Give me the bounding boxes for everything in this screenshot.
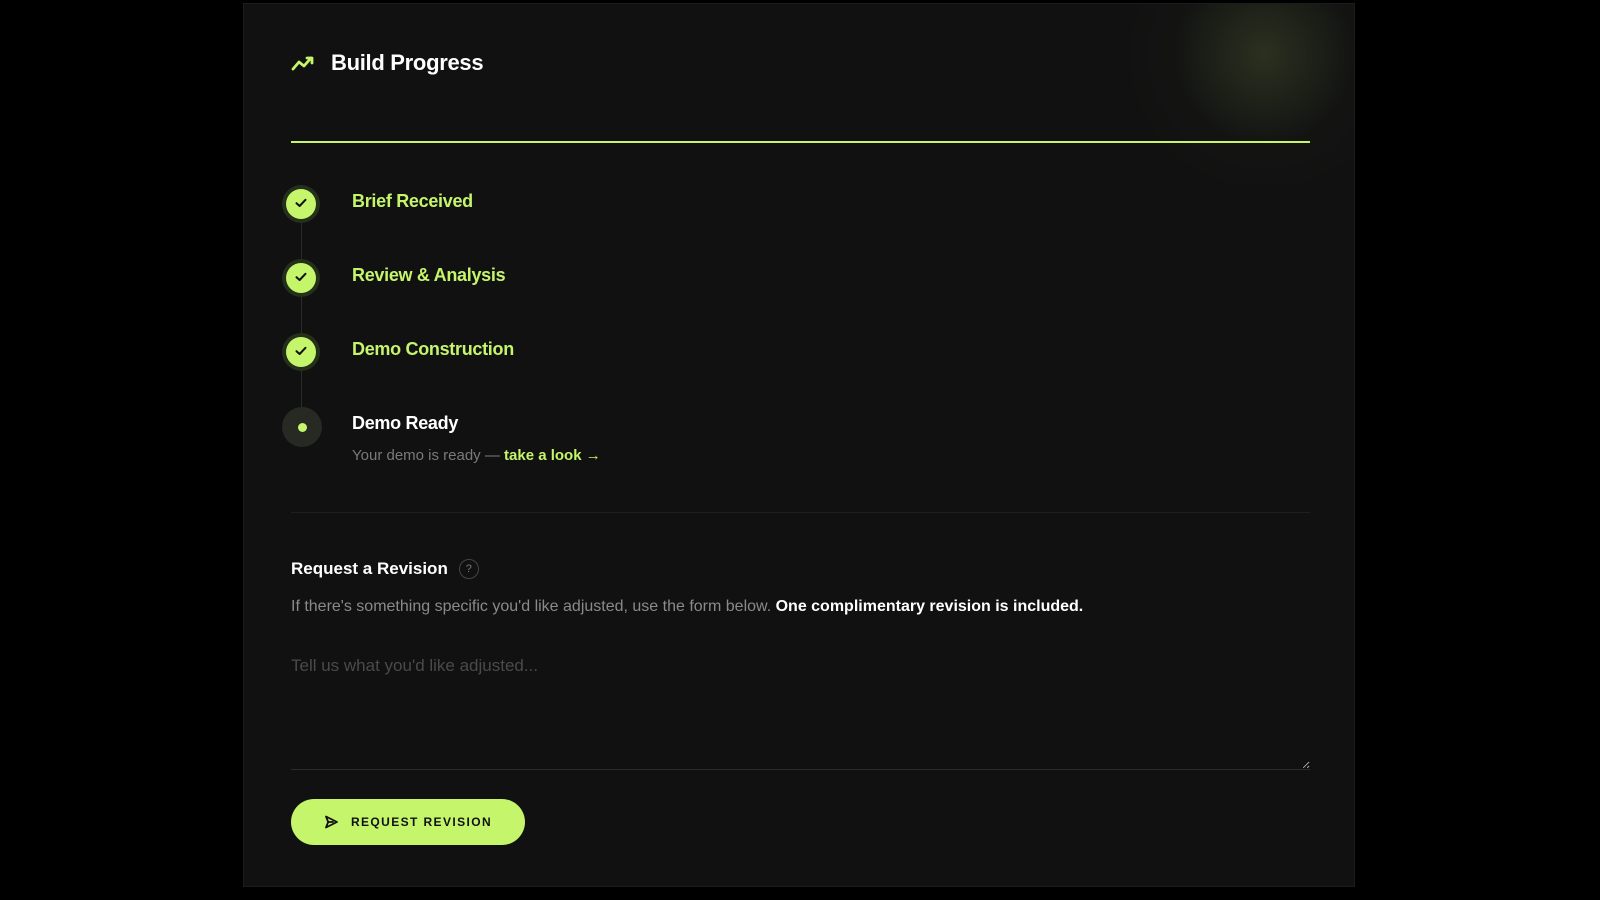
- step-current-marker: [282, 407, 322, 447]
- timeline-connector: [301, 205, 302, 429]
- step-complete-marker: [286, 337, 316, 367]
- revision-title: Request a Revision: [291, 559, 448, 578]
- revision-header: Request a Revision ?: [291, 559, 479, 579]
- section-divider: [291, 512, 1310, 513]
- progress-bar-fill: [291, 141, 1310, 143]
- timeline-step-demo-construction: Demo Construction: [282, 333, 1182, 377]
- card-header: Build Progress: [291, 50, 484, 76]
- take-a-look-link[interactable]: take a look →: [504, 447, 601, 464]
- trend-line-icon: [291, 54, 317, 72]
- step-complete-marker: [286, 189, 316, 219]
- step-label: Review & Analysis: [352, 265, 506, 285]
- step-label: Demo Ready: [352, 413, 459, 433]
- corner-glow: [1114, 4, 1354, 184]
- step-subtext: Your demo is ready — take a look →: [352, 447, 601, 464]
- dot-icon: [297, 422, 307, 432]
- step-complete-marker: [286, 263, 316, 293]
- step-subtext-text: Your demo is ready —: [352, 447, 505, 464]
- revision-description-bold: One complimentary revision is included.: [775, 598, 1084, 615]
- check-icon: [295, 343, 307, 361]
- timeline-step-brief-received: Brief Received: [282, 185, 1182, 229]
- build-progress-card: Build Progress Brief Received Review & A…: [243, 3, 1355, 887]
- step-label: Demo Construction: [352, 339, 514, 359]
- timeline-step-demo-ready: Demo Ready Your demo is ready — take a l…: [282, 407, 1182, 477]
- check-icon: [295, 195, 307, 213]
- progress-bar: [291, 141, 1310, 143]
- check-icon: [295, 269, 307, 287]
- help-icon[interactable]: ?: [458, 559, 479, 579]
- revision-textarea[interactable]: [291, 656, 1310, 770]
- request-revision-button[interactable]: REQUEST REVISION: [291, 799, 525, 845]
- revision-description-text: If there's something specific you'd like…: [291, 598, 776, 615]
- send-icon: [324, 815, 351, 829]
- step-label: Brief Received: [352, 191, 473, 211]
- revision-description: If there's something specific you'd like…: [291, 598, 1083, 616]
- page-title: Build Progress: [331, 50, 484, 75]
- request-revision-label: REQUEST REVISION: [350, 815, 493, 829]
- timeline-step-review-analysis: Review & Analysis: [282, 259, 1182, 303]
